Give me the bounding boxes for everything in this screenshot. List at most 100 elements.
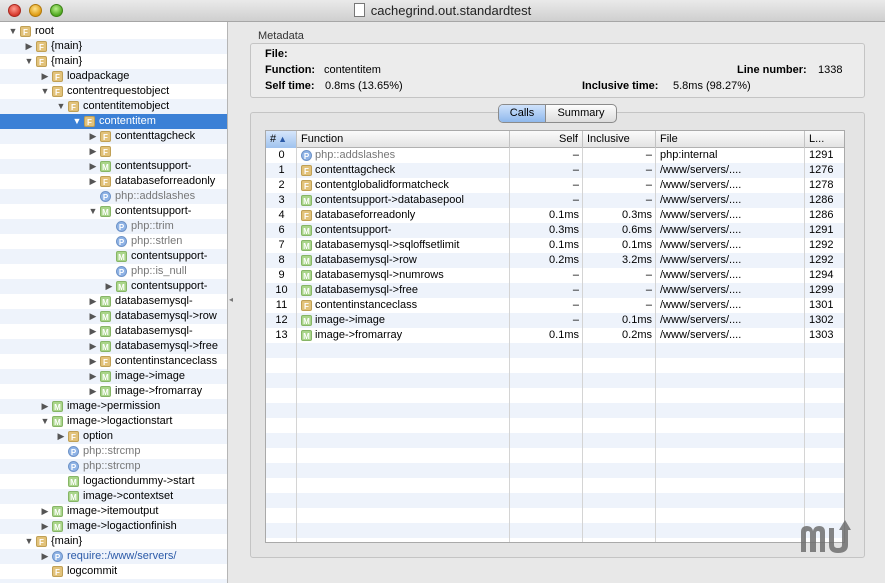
cell-index: 0 xyxy=(278,149,285,161)
tree-node[interactable]: ▶ Foption xyxy=(0,429,227,444)
table-row[interactable]: 8 Mdatabasemysql->row 0.2ms 3.2ms/www/serve… xyxy=(266,253,844,268)
php-internal-badge-icon: P xyxy=(68,446,79,457)
tree-node[interactable]: Pphp::strcmp xyxy=(0,444,227,459)
disclosure-closed-icon[interactable]: ▶ xyxy=(40,69,50,84)
tree-node[interactable]: ▶ Mdatabasemysql->row xyxy=(0,309,227,324)
column-header-index[interactable]: # ▲ xyxy=(266,131,297,148)
table-row[interactable]: 3 Mcontentsupport->databasepool – –/www/ser… xyxy=(266,193,844,208)
disclosure-open-icon[interactable]: ▼ xyxy=(88,204,98,219)
cell-file: /www/servers/.... xyxy=(660,179,742,191)
tree-node[interactable]: Pphp::trim xyxy=(0,219,227,234)
table-row[interactable]: 2 Fcontentglobalidformatcheck – –/www/serve… xyxy=(266,178,844,193)
disclosure-closed-icon[interactable]: ▶ xyxy=(88,369,98,384)
disclosure-closed-icon[interactable]: ▶ xyxy=(88,174,98,189)
disclosure-open-icon[interactable]: ▼ xyxy=(40,84,50,99)
disclosure-open-icon[interactable]: ▼ xyxy=(40,414,50,429)
tree-node[interactable]: Pphp::is_null xyxy=(0,264,227,279)
disclosure-closed-icon[interactable]: ▶ xyxy=(56,429,66,444)
tree-node[interactable]: Flogcommit xyxy=(0,564,227,579)
cell-index: 4 xyxy=(278,209,285,221)
tree-node[interactable]: ▶ Mimage->logactionfinish xyxy=(0,519,227,534)
disclosure-closed-icon[interactable]: ▶ xyxy=(88,339,98,354)
cell-file: php:internal xyxy=(660,149,718,161)
tree-node[interactable]: ▶ Fdatabaseforreadonly xyxy=(0,174,227,189)
tree-node[interactable]: ▶ Mdatabasemysql- xyxy=(0,294,227,309)
calls-table[interactable]: # ▲ Function Self Inclusive File L... 0 Pp… xyxy=(265,130,845,543)
tree-node[interactable]: ▶ Mimage->image xyxy=(0,369,227,384)
table-row[interactable]: 11 Fcontentinstanceclass – –/www/servers/..… xyxy=(266,298,844,313)
disclosure-open-icon[interactable]: ▼ xyxy=(8,24,18,39)
tree-node[interactable]: Mcontentsupport- xyxy=(0,249,227,264)
tree-node[interactable]: ▶ Mdatabasemysql- xyxy=(0,324,227,339)
disclosure-closed-icon[interactable]: ▶ xyxy=(88,309,98,324)
table-row[interactable]: 0 Pphp::addslashes – – php:internal 1291 xyxy=(266,148,844,163)
call-tree[interactable]: ▼ Froot ▶ F {main} ▼ F {main} ▶ Floadpackage ▼ Fcon… xyxy=(0,22,228,583)
column-header-file[interactable]: File xyxy=(656,131,805,148)
disclosure-closed-icon[interactable]: ▶ xyxy=(88,159,98,174)
disclosure-closed-icon[interactable]: ▶ xyxy=(104,279,114,294)
tree-node[interactable]: ▶ Mdatabasemysql->free xyxy=(0,339,227,354)
table-row[interactable]: 1 Fcontenttagcheck – –/www/servers/.... 1276 xyxy=(266,163,844,178)
calls-tab[interactable]: Calls xyxy=(499,105,546,122)
tree-node[interactable]: ▼ Fcontentitem xyxy=(0,114,227,129)
tree-node[interactable]: ▼ Fcontentitemobject xyxy=(0,99,227,114)
cell-function: Mimage->fromarray xyxy=(297,328,510,343)
tree-node[interactable]: ▶ Fcontenttagcheck xyxy=(0,129,227,144)
tree-node[interactable]: ▶ F {main} xyxy=(0,39,227,54)
method-badge-icon: M xyxy=(301,330,312,341)
tree-node[interactable]: ▼ F {main} xyxy=(0,54,227,69)
disclosure-open-icon[interactable]: ▼ xyxy=(24,54,34,69)
disclosure-closed-icon[interactable]: ▶ xyxy=(24,39,34,54)
disclosure-closed-icon[interactable]: ▶ xyxy=(88,144,98,159)
tree-node[interactable]: Mimage->contextset xyxy=(0,489,227,504)
view-segmented-control[interactable]: Calls Summary xyxy=(498,104,617,123)
tree-node[interactable]: ▶ Fcontentinstanceclass xyxy=(0,354,227,369)
disclosure-closed-icon[interactable]: ▶ xyxy=(88,129,98,144)
tree-node[interactable]: ▶ Mcontentsupport- xyxy=(0,159,227,174)
disclosure-closed-icon[interactable]: ▶ xyxy=(88,384,98,399)
tree-node[interactable]: ▶ Mimage->fromarray xyxy=(0,384,227,399)
column-header-line[interactable]: L... xyxy=(805,131,844,148)
disclosure-closed-icon[interactable]: ▶ xyxy=(88,354,98,369)
disclosure-open-icon[interactable]: ▼ xyxy=(24,534,34,549)
summary-tab[interactable]: Summary xyxy=(546,105,616,122)
disclosure-open-icon[interactable]: ▼ xyxy=(56,99,66,114)
disclosure-closed-icon[interactable]: ▶ xyxy=(88,294,98,309)
disclosure-closed-icon[interactable]: ▶ xyxy=(40,519,50,534)
tree-node[interactable]: ▼ Fcontentrequestobject xyxy=(0,84,227,99)
table-row[interactable]: 7 Mdatabasemysql->sqloffsetlimit 0.1ms 0.1m… xyxy=(266,238,844,253)
tree-node[interactable]: ▼ Froot xyxy=(0,24,227,39)
table-row[interactable]: 9 Mdatabasemysql->numrows – –/www/servers/.… xyxy=(266,268,844,283)
tree-node[interactable]: ▶ F xyxy=(0,144,227,159)
table-row[interactable]: 4 Fdatabaseforreadonly 0.1ms 0.3ms/www/serv… xyxy=(266,208,844,223)
tree-node[interactable]: ▶ Mimage->permission xyxy=(0,399,227,414)
tree-node[interactable]: ▶ Mcontentsupport- xyxy=(0,279,227,294)
column-header-function[interactable]: Function xyxy=(297,131,510,148)
column-header-self[interactable]: Self xyxy=(510,131,583,148)
table-row[interactable]: 13 Mimage->fromarray 0.1ms 0.2ms/www/server… xyxy=(266,328,844,343)
tree-node[interactable]: Mlogactiondummy->start xyxy=(0,474,227,489)
tree-node-label: {main} xyxy=(51,55,83,67)
table-empty-row xyxy=(266,508,844,523)
tree-node[interactable]: ▼ Mimage->logactionstart xyxy=(0,414,227,429)
tree-node[interactable]: ▶ Mimage->itemoutput xyxy=(0,504,227,519)
tree-node[interactable]: Pphp::strlen xyxy=(0,234,227,249)
tree-node[interactable]: Pphp::strcmp xyxy=(0,459,227,474)
disclosure-open-icon[interactable]: ▼ xyxy=(72,114,82,129)
column-header-inclusive[interactable]: Inclusive xyxy=(583,131,656,148)
disclosure-closed-icon[interactable]: ▶ xyxy=(40,399,50,414)
column-divider xyxy=(655,148,656,542)
table-row[interactable]: 6 Mcontentsupport- 0.3ms 0.6ms/www/servers/… xyxy=(266,223,844,238)
tree-node-label: php::is_null xyxy=(131,265,187,277)
tree-node[interactable]: ▶ Floadpackage xyxy=(0,69,227,84)
php-internal-badge-icon: P xyxy=(116,236,127,247)
tree-node[interactable]: ▶ Prequire::/www/servers/ xyxy=(0,549,227,564)
tree-node[interactable]: ▼ F {main} xyxy=(0,534,227,549)
table-row[interactable]: 12 Mimage->image – 0.1ms/www/servers/.... 13… xyxy=(266,313,844,328)
tree-node[interactable]: Pphp::addslashes xyxy=(0,189,227,204)
disclosure-closed-icon[interactable]: ▶ xyxy=(40,549,50,564)
table-row[interactable]: 10 Mdatabasemysql->free – –/www/servers/...… xyxy=(266,283,844,298)
disclosure-closed-icon[interactable]: ▶ xyxy=(40,504,50,519)
tree-node[interactable]: ▼ Mcontentsupport- xyxy=(0,204,227,219)
disclosure-closed-icon[interactable]: ▶ xyxy=(88,324,98,339)
